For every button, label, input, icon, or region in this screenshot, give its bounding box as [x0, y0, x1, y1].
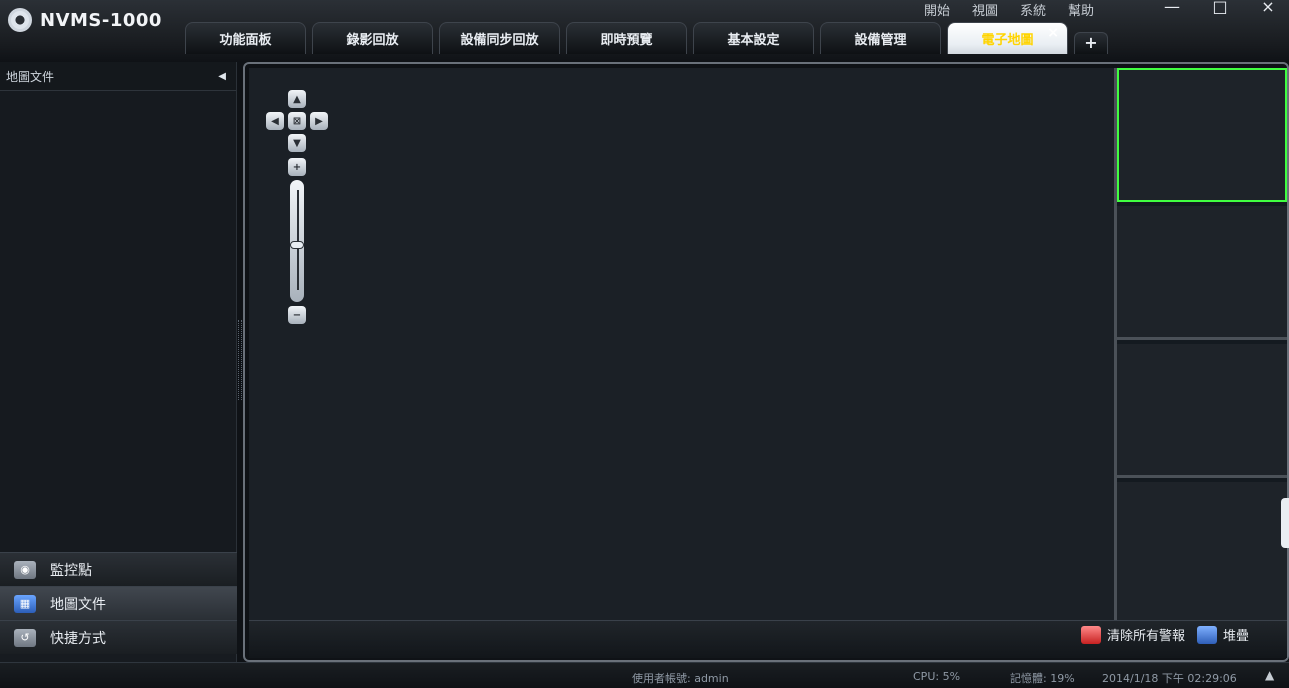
left-tab-label: 監控點 [50, 562, 92, 579]
camera-cell-1[interactable] [1117, 68, 1287, 202]
nvms-app: NVMS-1000 開始 視圖 系統 幫助 — □ × 功能面板 錄影回放 設備… [0, 0, 1289, 688]
clear-all-alarms-button[interactable]: 清除所有警報 [1080, 625, 1185, 644]
left-panel: 地圖文件 ◀ ◉ 監控點 ▦ 地圖文件 ↺ 快捷方式 [0, 62, 237, 662]
menu-system[interactable]: 系統 [1020, 0, 1046, 19]
tab-live-preview[interactable]: 即時預覽 [566, 22, 687, 54]
camera-cell-3[interactable] [1117, 344, 1287, 478]
left-panel-tabs: ◉ 監控點 ▦ 地圖文件 ↺ 快捷方式 [0, 552, 237, 662]
left-tab-label: 地圖文件 [50, 596, 106, 613]
left-panel-header: 地圖文件 ◀ [0, 62, 236, 91]
zoom-out-icon[interactable]: − [288, 306, 306, 324]
maximize-icon[interactable]: □ [1209, 0, 1231, 15]
camera-cell-4[interactable] [1117, 482, 1287, 620]
status-datetime: 2014/1/18 下午 02:29:06 [1102, 672, 1237, 685]
left-panel-title: 地圖文件 [6, 69, 55, 84]
zoom-slider-line [297, 190, 299, 290]
emap-frame [243, 62, 1289, 662]
map-navigation-controls: ▲ ◀ ⊠ ▶ ▼ + − [262, 90, 342, 330]
camera-icon: ◉ [14, 560, 36, 579]
pan-left-icon[interactable]: ◀ [266, 112, 284, 130]
main-tabs: 功能面板 錄影回放 設備同步回放 即時預覽 基本設定 設備管理 電子地圖 × + [185, 22, 1108, 54]
map-footer-actions: 清除所有警報 堆疊 [1080, 625, 1249, 644]
collapse-left-panel-icon[interactable]: ◀ [218, 71, 226, 82]
stack-button[interactable]: 堆疊 [1196, 625, 1249, 644]
minimize-icon[interactable]: — [1161, 0, 1183, 15]
tab-label: 即時預覽 [600, 33, 653, 48]
clear-all-alarms-label: 清除所有警報 [1106, 629, 1185, 644]
left-tab-shortcuts[interactable]: ↺ 快捷方式 [0, 620, 237, 654]
status-bar: 使用者帳號: admin CPU: 5% 記憶體: 19% 2014/1/18 … [0, 662, 1289, 688]
camera-cells [1114, 68, 1287, 620]
clear-alarm-icon [1080, 625, 1101, 644]
camera-cell-2[interactable] [1117, 206, 1287, 340]
tab-device-management[interactable]: 設備管理 [820, 22, 941, 54]
title-bar: NVMS-1000 開始 視圖 系統 幫助 — □ × 功能面板 錄影回放 設備… [0, 0, 1289, 62]
pan-up-icon[interactable]: ▲ [288, 90, 306, 108]
shortcut-icon: ↺ [14, 628, 36, 647]
left-tab-map-files[interactable]: ▦ 地圖文件 [0, 586, 237, 620]
tab-recording-playback[interactable]: 錄影回放 [312, 22, 433, 54]
left-tab-monitor-points[interactable]: ◉ 監控點 [0, 552, 237, 586]
splitter-grip-icon[interactable] [238, 320, 242, 400]
top-menu: 開始 視圖 系統 幫助 [924, 0, 1094, 19]
close-icon[interactable]: × [1257, 0, 1279, 15]
zoom-in-icon[interactable]: + [288, 158, 306, 176]
menu-start[interactable]: 開始 [924, 0, 950, 19]
tab-label: 錄影回放 [346, 33, 399, 48]
pan-right-icon[interactable]: ▶ [310, 112, 328, 130]
add-tab-button[interactable]: + [1074, 32, 1108, 54]
pan-down-icon[interactable]: ▼ [288, 134, 306, 152]
status-user: 使用者帳號: admin [632, 672, 729, 685]
left-tab-label: 快捷方式 [50, 630, 106, 647]
stack-icon [1196, 625, 1217, 644]
tab-emap[interactable]: 電子地圖 × [947, 22, 1068, 54]
tab-label: 電子地圖 [981, 33, 1034, 48]
status-expand-icon[interactable]: ▲ [1265, 668, 1274, 682]
tab-close-icon[interactable]: × [1047, 25, 1059, 41]
zoom-slider-thumb[interactable] [290, 241, 304, 249]
stack-label: 堆疊 [1222, 629, 1249, 644]
reset-view-icon[interactable]: ⊠ [288, 112, 306, 130]
map-icon: ▦ [14, 594, 36, 613]
status-cpu: CPU: 5% [913, 670, 961, 683]
tab-basic-settings[interactable]: 基本設定 [693, 22, 814, 54]
right-scroll-tab[interactable] [1281, 498, 1289, 548]
left-panel-body [0, 91, 236, 562]
app-logo: NVMS-1000 [8, 8, 162, 32]
tab-function-panel[interactable]: 功能面板 [185, 22, 306, 54]
menu-view[interactable]: 視圖 [972, 0, 998, 19]
tab-label: 基本設定 [727, 33, 780, 48]
app-logo-icon [8, 8, 32, 32]
tab-label: 設備同步回放 [460, 33, 539, 48]
status-memory: 記憶體: 19% [1010, 672, 1075, 685]
tab-label: 功能面板 [219, 33, 272, 48]
map-canvas[interactable] [249, 68, 1114, 620]
tab-device-sync-playback[interactable]: 設備同步回放 [439, 22, 560, 54]
tab-label: 設備管理 [854, 33, 907, 48]
menu-help[interactable]: 幫助 [1068, 0, 1094, 19]
app-title: NVMS-1000 [40, 9, 162, 31]
window-controls: — □ × [1161, 0, 1279, 15]
